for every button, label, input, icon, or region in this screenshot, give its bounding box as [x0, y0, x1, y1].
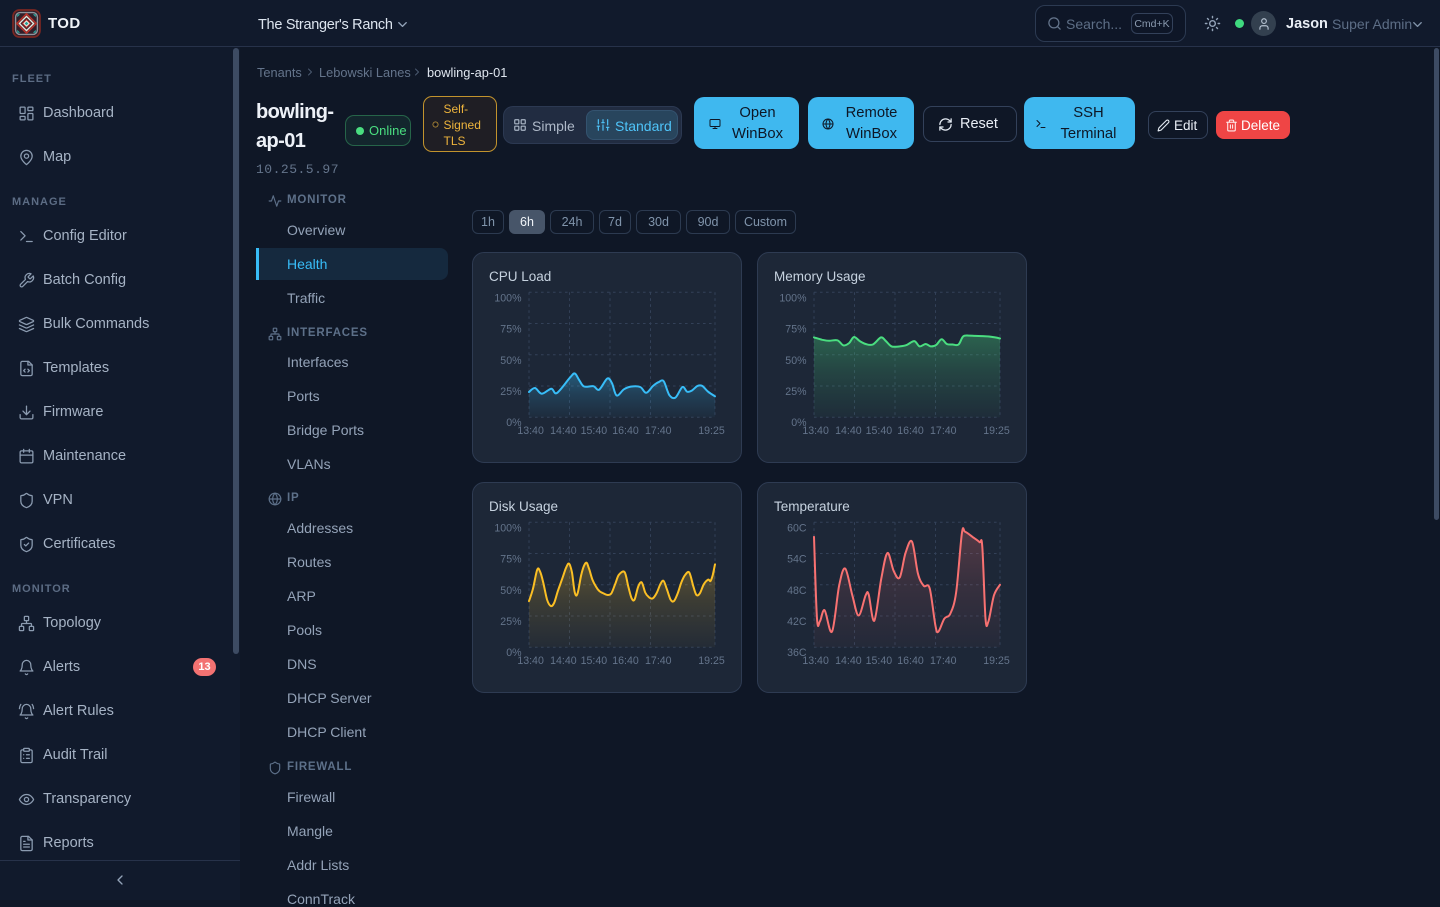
svg-text:15:40: 15:40 [581, 655, 608, 667]
svg-text:16:40: 16:40 [897, 655, 924, 667]
svg-text:19:25: 19:25 [983, 425, 1010, 437]
svg-text:100%: 100% [494, 522, 522, 534]
svg-text:25%: 25% [785, 386, 807, 398]
svg-text:17:40: 17:40 [645, 425, 672, 437]
svg-text:14:40: 14:40 [550, 655, 577, 667]
svg-text:54C: 54C [787, 554, 807, 566]
svg-text:50%: 50% [500, 355, 522, 367]
svg-text:75%: 75% [785, 324, 807, 336]
svg-text:75%: 75% [500, 324, 522, 336]
svg-text:60C: 60C [787, 522, 807, 534]
svg-text:42C: 42C [787, 616, 807, 628]
svg-text:13:40: 13:40 [517, 425, 544, 437]
svg-text:50%: 50% [500, 585, 522, 597]
svg-text:13:40: 13:40 [802, 425, 829, 437]
svg-text:17:40: 17:40 [645, 655, 672, 667]
svg-text:25%: 25% [500, 386, 522, 398]
svg-text:14:40: 14:40 [835, 655, 862, 667]
svg-text:25%: 25% [500, 616, 522, 628]
svg-text:16:40: 16:40 [612, 425, 639, 437]
svg-text:17:40: 17:40 [930, 425, 957, 437]
svg-text:16:40: 16:40 [612, 655, 639, 667]
svg-text:17:40: 17:40 [930, 655, 957, 667]
svg-text:100%: 100% [494, 292, 522, 304]
svg-text:14:40: 14:40 [835, 425, 862, 437]
svg-text:19:25: 19:25 [698, 425, 725, 437]
svg-text:50%: 50% [785, 355, 807, 367]
svg-text:14:40: 14:40 [550, 425, 577, 437]
svg-text:19:25: 19:25 [698, 655, 725, 667]
svg-text:15:40: 15:40 [866, 655, 893, 667]
svg-text:19:25: 19:25 [983, 655, 1010, 667]
svg-text:13:40: 13:40 [802, 655, 829, 667]
svg-text:15:40: 15:40 [581, 425, 608, 437]
svg-text:16:40: 16:40 [897, 425, 924, 437]
svg-text:15:40: 15:40 [866, 425, 893, 437]
svg-text:48C: 48C [787, 585, 807, 597]
svg-text:75%: 75% [500, 554, 522, 566]
svg-text:100%: 100% [779, 292, 807, 304]
svg-text:13:40: 13:40 [517, 655, 544, 667]
